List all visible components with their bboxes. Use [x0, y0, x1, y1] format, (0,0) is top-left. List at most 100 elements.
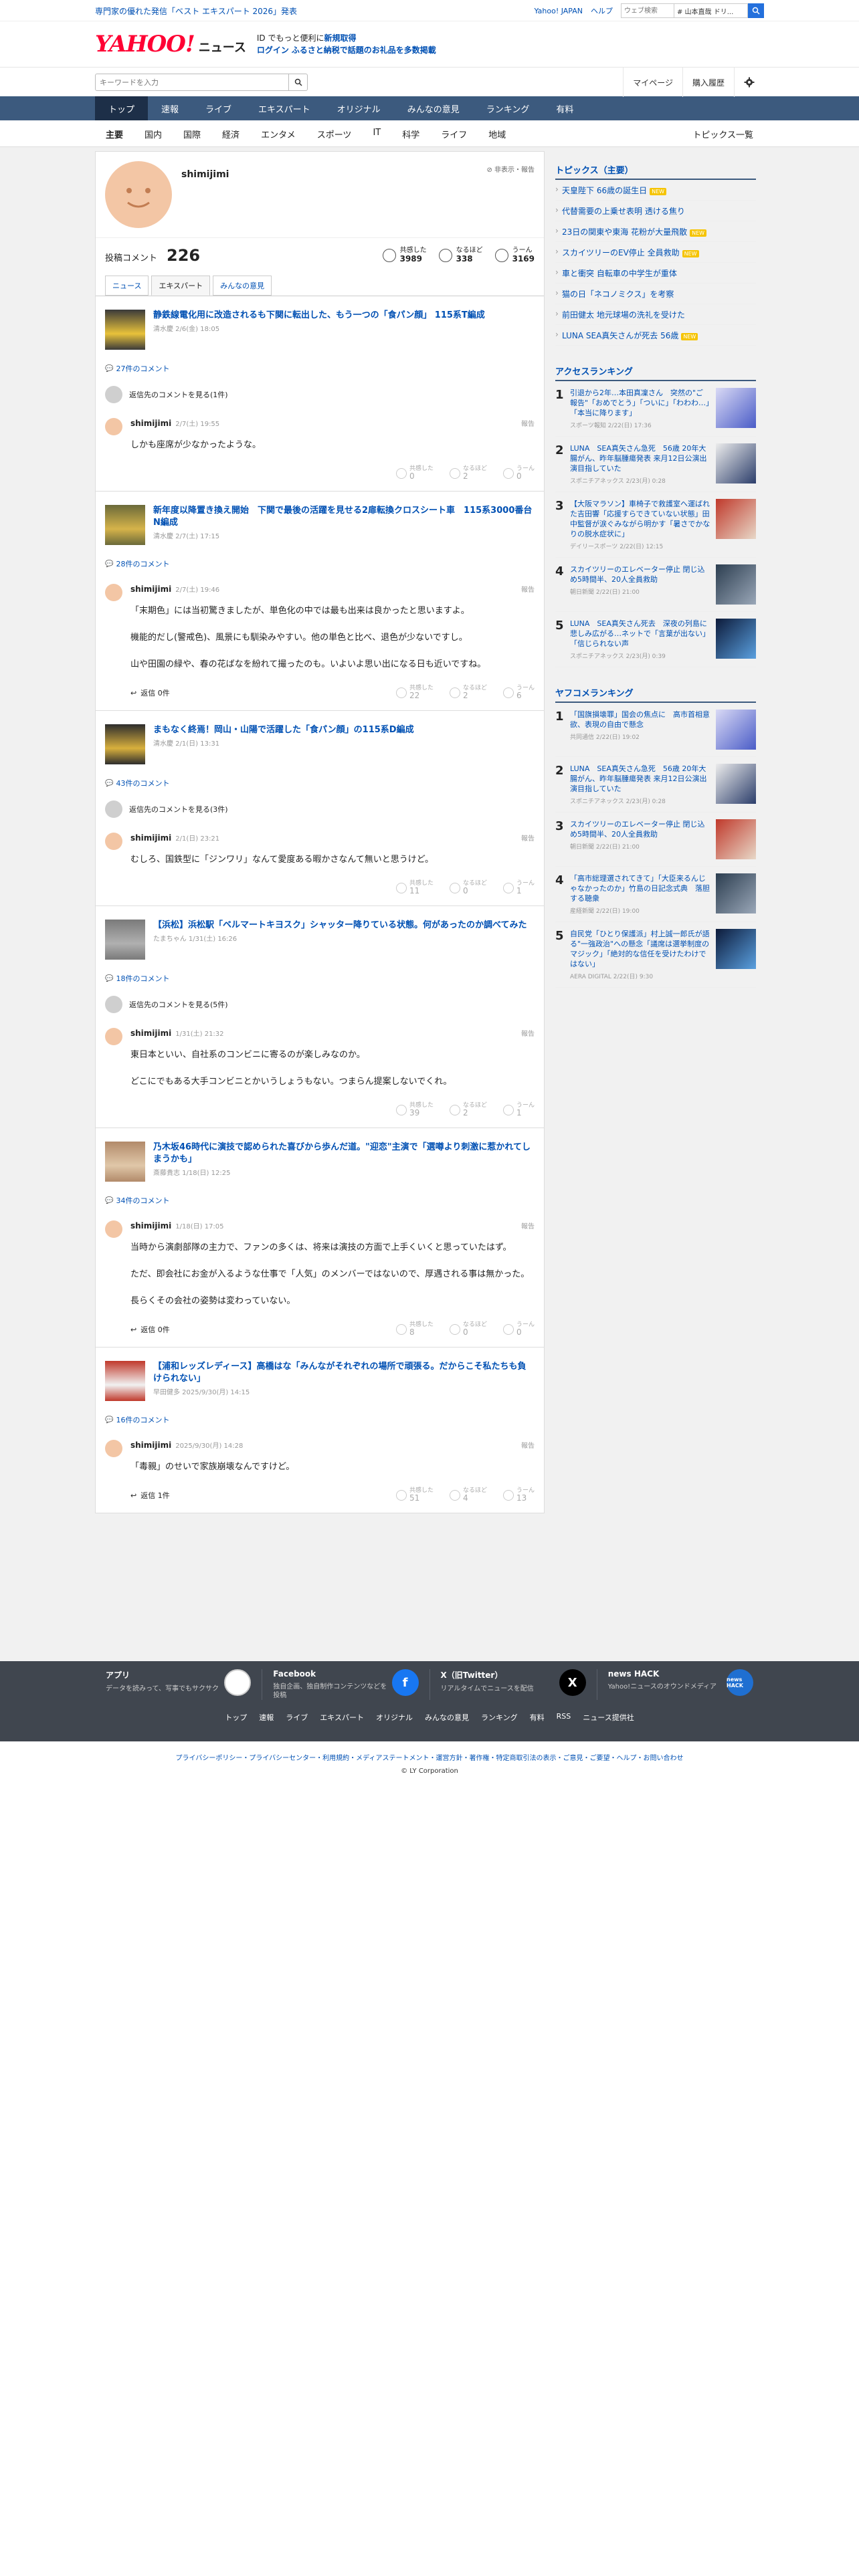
reply-button[interactable]: ↩ 返信 1件: [130, 1490, 170, 1501]
rank-thumbnail[interactable]: [716, 764, 756, 804]
hide-report-link[interactable]: ⊘ 非表示・報告: [486, 164, 535, 174]
topic-item[interactable]: 天皇陛下 66歳の誕生日NEW: [555, 180, 756, 201]
login-link[interactable]: ログイン: [257, 45, 289, 55]
settings-button[interactable]: [734, 68, 764, 97]
comment-reaction[interactable]: なるほど 4: [449, 1487, 487, 1503]
report-link[interactable]: 報告: [521, 1220, 535, 1230]
subnav-item[interactable]: 主要: [95, 128, 134, 140]
rank-title[interactable]: 【大阪マラソン】車椅子で救護室へ運ばれた吉田響「応援すらできていない状態」田中監…: [570, 499, 710, 539]
topic-item[interactable]: LUNA SEA真矢さんが死去 56歳NEW: [555, 325, 756, 346]
comment-reaction[interactable]: 共感した 0: [395, 465, 434, 481]
ranking-item[interactable]: 2 LUNA SEA真矢さん急死 56歳 20年大腸がん、昨年脳腫瘍発表 来月12…: [555, 757, 756, 813]
article-thumbnail[interactable]: [105, 310, 145, 350]
footer-link[interactable]: 有料: [530, 1712, 545, 1723]
ranking-item[interactable]: 5 LUNA SEA真矢さん死去 深夜の列島に悲しみ広がる…ネットで「言葉が出ない…: [555, 612, 756, 667]
article-title[interactable]: 【浦和レッズレディース】高橋はな「みんながそれぞれの場所で頑張る。だからこそ私た…: [153, 1361, 535, 1385]
comment-count-link[interactable]: 💬 18件のコメント: [105, 973, 535, 984]
legal-links[interactable]: プライバシーポリシー・プライバシーセンター・利用規約・メディアステートメント・運…: [0, 1752, 859, 1762]
rank-title[interactable]: LUNA SEA真矢さん死去 深夜の列島に悲しみ広がる…ネットで「言葉が出ない」…: [570, 619, 710, 649]
comment-reaction[interactable]: 共感した 39: [395, 1102, 434, 1118]
comment-user[interactable]: shimijimi: [130, 1440, 171, 1450]
subnav-item[interactable]: 地域: [478, 128, 516, 140]
footer-link[interactable]: 速報: [259, 1712, 274, 1723]
yahoo-news-logo[interactable]: YAHOO! ニュース: [95, 31, 246, 58]
topic-item[interactable]: 車と衝突 自転車の中学生が重体: [555, 263, 756, 284]
ranking-item[interactable]: 3 【大阪マラソン】車椅子で救護室へ運ばれた吉田響「応援すらできていない状態」田中…: [555, 492, 756, 558]
rank-thumbnail[interactable]: [716, 388, 756, 428]
web-search-button[interactable]: [748, 3, 764, 18]
article-title[interactable]: まもなく終焉！岡山・山陽で活躍した「食パン顔」の115系D編成: [153, 724, 414, 736]
article-thumbnail[interactable]: [105, 920, 145, 960]
comment-reaction[interactable]: 共感した 22: [395, 685, 434, 701]
nav-item[interactable]: 速報: [148, 96, 192, 120]
parent-comment-link[interactable]: 返信先のコメントを見る(5件): [105, 996, 535, 1013]
rank-title[interactable]: LUNA SEA真矢さん急死 56歳 20年大腸がん、昨年脳腫瘍発表 来月12日…: [570, 764, 710, 794]
rank-thumbnail[interactable]: [716, 873, 756, 914]
comment-reaction[interactable]: 共感した 11: [395, 880, 434, 896]
footer-link[interactable]: ライブ: [286, 1712, 308, 1723]
comment-reaction[interactable]: うーん 1: [502, 1102, 535, 1118]
comment-reaction[interactable]: なるほど 0: [449, 880, 487, 896]
keyword-search-button[interactable]: [289, 74, 308, 91]
comment-user[interactable]: shimijimi: [130, 1221, 171, 1230]
rank-thumbnail[interactable]: [716, 499, 756, 539]
footer-link[interactable]: エキスパート: [320, 1712, 364, 1723]
ranking-item[interactable]: 1 「国旗損壊罪」国会の焦点に 高市首相意欲、表現の自由で懸念 共同通信 2/22(…: [555, 703, 756, 757]
comment-user[interactable]: shimijimi: [130, 833, 171, 843]
footer-card[interactable]: Facebook 独自企画、独自制作コンテンツなどを投稿 f: [262, 1669, 430, 1700]
comment-reaction[interactable]: うーん 0: [502, 465, 535, 481]
signup-link[interactable]: 新規取得: [324, 33, 356, 43]
report-link[interactable]: 報告: [521, 1028, 535, 1038]
report-link[interactable]: 報告: [521, 584, 535, 594]
footer-card[interactable]: X（旧Twitter） リアルタイムでニュースを配信 X: [430, 1669, 597, 1700]
parent-comment-link[interactable]: 返信先のコメントを見る(3件): [105, 800, 535, 818]
ranking-item[interactable]: 3 スカイツリーのエレベーター停止 閉じ込め5時間半、20人全員救助 朝日新聞 2/…: [555, 813, 756, 867]
comment-count-link[interactable]: 💬 34件のコメント: [105, 1195, 535, 1206]
footer-link[interactable]: オリジナル: [376, 1712, 413, 1723]
yahoo-japan-link[interactable]: Yahoo! JAPAN: [534, 7, 583, 15]
footer-card[interactable]: news HACK Yahoo!ニュースのオウンドメディア news HACK: [597, 1669, 764, 1700]
footer-link[interactable]: トップ: [225, 1712, 247, 1723]
report-link[interactable]: 報告: [521, 418, 535, 428]
ranking-item[interactable]: 1 引退から2年…本田真凜さん 突然の"ご報告"「おめでとう」「ついに」「わわわ……: [555, 381, 756, 437]
comment-reaction[interactable]: なるほど 2: [449, 465, 487, 481]
topic-item[interactable]: 代替需要の上乗せ表明 透ける焦り: [555, 201, 756, 221]
subnav-item[interactable]: スポーツ: [306, 128, 363, 140]
comment-reaction[interactable]: うーん 13: [502, 1487, 535, 1503]
nav-item[interactable]: エキスパート: [245, 96, 324, 120]
article-title[interactable]: 静鉄線電化用に改造されるも下関に転出した、もう一つの「食パン顔」 115系T編成: [153, 310, 485, 322]
topic-item[interactable]: 前田健太 地元球場の洗礼を受けた: [555, 304, 756, 325]
rank-title[interactable]: 「高市総理選されてきて」「大臣来るんじゃなかったのか」竹島の日記念式典 落胆する…: [570, 873, 710, 903]
footer-link[interactable]: ニュース提供社: [583, 1712, 634, 1723]
article-thumbnail[interactable]: [105, 1142, 145, 1182]
reply-button[interactable]: ↩ 返信 0件: [130, 1324, 170, 1335]
furusato-link[interactable]: ふるさと納税で話題のお礼品を多数掲載: [292, 45, 436, 55]
keyword-input[interactable]: [95, 74, 289, 91]
parent-comment-link[interactable]: 返信先のコメントを見る(1件): [105, 386, 535, 403]
ranking-item[interactable]: 5 自民党「ひとり保護派」村上誠一郎氏が語る"一強政治"への懸念「議席は選挙制度の…: [555, 922, 756, 988]
nav-item[interactable]: ライブ: [192, 96, 245, 120]
rank-thumbnail[interactable]: [716, 564, 756, 605]
topic-item[interactable]: 猫の日「ネコノミクス」を考察: [555, 284, 756, 304]
article-title[interactable]: 乃木坂46時代に演技で認められた喜びから歩んだ道。"迎恋"主演で「選噂より刺激に…: [153, 1142, 535, 1166]
mypage-link[interactable]: マイページ: [623, 68, 682, 97]
article-thumbnail[interactable]: [105, 505, 145, 545]
rank-title[interactable]: 引退から2年…本田真凜さん 突然の"ご報告"「おめでとう」「ついに」「わわわ…」…: [570, 388, 710, 418]
comment-count-link[interactable]: 💬 28件のコメント: [105, 558, 535, 569]
subnav-item[interactable]: ライフ: [430, 128, 478, 140]
subnav-item[interactable]: 科学: [391, 128, 430, 140]
footer-link[interactable]: ランキング: [481, 1712, 518, 1723]
footer-card[interactable]: アプリ データを読みって、写事でもサクサク: [95, 1669, 263, 1700]
report-link[interactable]: 報告: [521, 1440, 535, 1450]
subnav-item[interactable]: IT: [362, 128, 391, 140]
all-topics-link[interactable]: トピックス一覧: [682, 128, 764, 140]
article-title[interactable]: 【浜松】浜松駅「ベルマートキヨスク」シャッター降りている状態。何があったのか調べ…: [153, 920, 527, 932]
tab[interactable]: ニュース: [105, 276, 149, 296]
article-thumbnail[interactable]: [105, 1361, 145, 1401]
article-thumbnail[interactable]: [105, 724, 145, 764]
ranking-item[interactable]: 4 スカイツリーのエレベーター停止 閉じ込め5時間半、20人全員救助 朝日新聞 2/…: [555, 558, 756, 612]
rank-title[interactable]: LUNA SEA真矢さん急死 56歳 20年大腸がん、昨年脳腫瘍発表 来月12日…: [570, 443, 710, 473]
rank-thumbnail[interactable]: [716, 819, 756, 859]
purchase-history-link[interactable]: 購入履歴: [682, 68, 734, 97]
comment-user[interactable]: shimijimi: [130, 1029, 171, 1038]
